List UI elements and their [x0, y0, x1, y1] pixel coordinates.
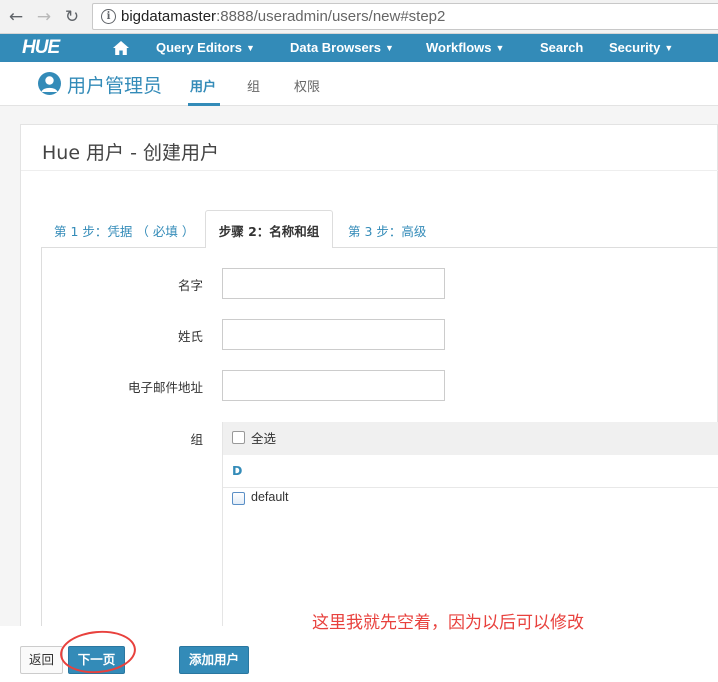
- nav-security-label: Security: [609, 40, 661, 55]
- hue-navbar: HUE Query Editors ▼ Data Browsers ▼ Workfl…: [0, 34, 718, 62]
- nav-security[interactable]: Security ▼: [609, 40, 673, 55]
- info-icon[interactable]: i: [101, 9, 116, 24]
- user-icon: [38, 72, 61, 95]
- add-user-button[interactable]: 添加用户: [179, 646, 249, 674]
- reload-icon[interactable]: ↻: [62, 7, 82, 27]
- chevron-down-icon: ▼: [664, 43, 674, 53]
- tab-users[interactable]: 用户: [190, 76, 216, 95]
- url-text[interactable]: bigdatamaster:8888/useradmin/users/new#s…: [121, 8, 445, 25]
- group-checkbox-default[interactable]: [232, 492, 245, 505]
- select-all-checkbox[interactable]: [232, 431, 245, 444]
- last-name-input[interactable]: [222, 319, 445, 350]
- create-user-card: Hue 用户 - 创建用户 第 1 步：凭据 （ 必填 ） 步骤 2：名称和组 …: [20, 124, 718, 635]
- nav-search-label: Search: [540, 40, 584, 55]
- app-title[interactable]: 用户管理员: [67, 71, 162, 98]
- tab-step-1[interactable]: 第 1 步：凭据 （ 必填 ）: [54, 221, 194, 240]
- nav-workflows[interactable]: Workflows ▼: [426, 40, 504, 55]
- last-name-label: 姓氏: [177, 329, 203, 344]
- hue-logo[interactable]: HUE: [22, 37, 60, 59]
- groups-header: 全选: [223, 422, 718, 455]
- tab-groups[interactable]: 组: [247, 76, 260, 95]
- tab-permissions[interactable]: 权限: [294, 76, 320, 95]
- browser-toolbar: ← → ↻ i bigdatamaster:8888/useradmin/use…: [0, 0, 718, 34]
- email-label: 电子邮件地址: [127, 380, 203, 395]
- back-button[interactable]: 返回: [20, 646, 63, 674]
- nav-query-editors-label: Query Editors: [156, 40, 242, 55]
- tab-step-2[interactable]: 步骤 2：名称和组: [205, 210, 333, 248]
- url-host: bigdatamaster: [121, 8, 217, 25]
- home-icon[interactable]: [112, 39, 130, 57]
- group-label-default[interactable]: default: [251, 490, 289, 504]
- page-title: Hue 用户 - 创建用户: [42, 142, 219, 164]
- nav-workflows-label: Workflows: [426, 40, 492, 55]
- chevron-down-icon: ▼: [495, 43, 505, 53]
- url-path: :8888/useradmin/users/new#step2: [216, 8, 446, 25]
- title-divider: [21, 170, 718, 171]
- first-name-input[interactable]: [222, 268, 445, 299]
- app-subheader: 用户管理员 用户 组 权限: [0, 62, 718, 106]
- tab-step-3[interactable]: 第 3 步：高级: [348, 221, 426, 240]
- group-letter-heading: D: [232, 463, 243, 478]
- back-arrow-icon[interactable]: ←: [6, 7, 26, 27]
- nav-data-browsers[interactable]: Data Browsers ▼: [290, 40, 394, 55]
- groups-label: 组: [190, 432, 203, 447]
- chevron-down-icon: ▼: [385, 43, 394, 53]
- forward-arrow-icon[interactable]: →: [34, 7, 54, 27]
- address-bar[interactable]: i bigdatamaster:8888/useradmin/users/new…: [92, 3, 718, 30]
- groups-divider: [223, 487, 718, 488]
- groups-selector: 全选 D default: [222, 422, 718, 635]
- select-all-label[interactable]: 全选: [251, 428, 276, 447]
- chevron-down-icon: ▼: [245, 43, 255, 53]
- annotation-note: 这里我就先空着，因为以后可以修改: [312, 613, 584, 633]
- nav-search[interactable]: Search: [540, 40, 583, 55]
- nav-query-editors[interactable]: Query Editors ▼: [156, 40, 255, 55]
- email-input[interactable]: [222, 370, 445, 401]
- nav-data-browsers-label: Data Browsers: [290, 40, 382, 55]
- first-name-label: 名字: [177, 278, 203, 293]
